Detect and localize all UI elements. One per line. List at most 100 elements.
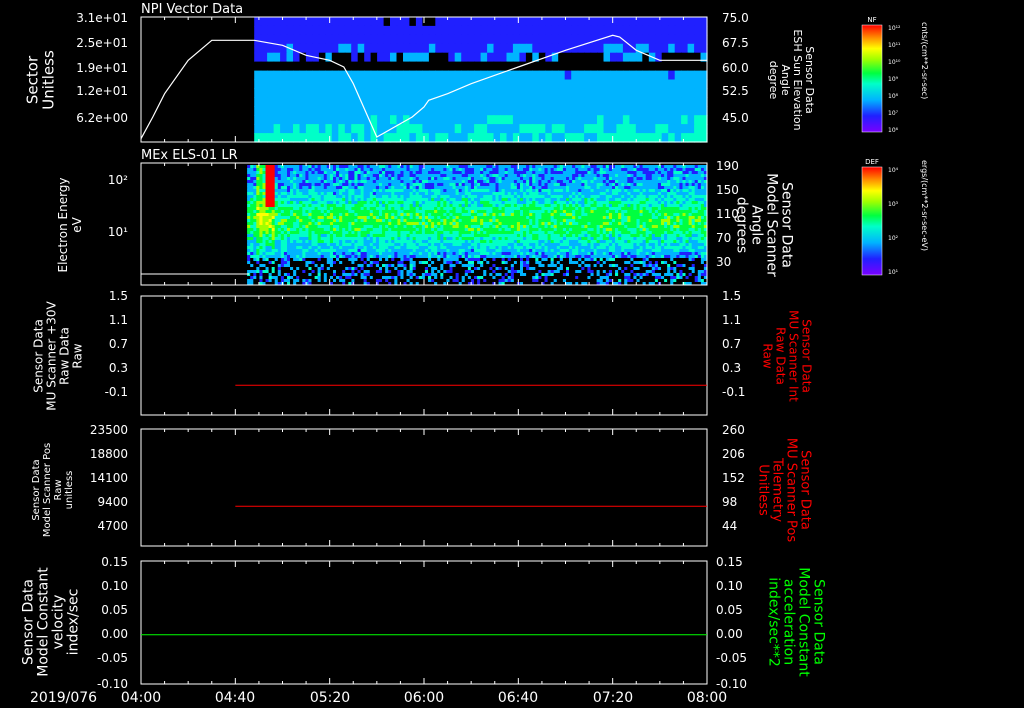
spectrogram-cell <box>559 189 564 193</box>
spectrogram-cell <box>608 168 613 172</box>
spectrogram-cell <box>569 231 573 235</box>
spectrogram-cell <box>293 70 301 81</box>
spectrogram-cell <box>541 231 545 235</box>
spectrogram-cell <box>636 195 641 199</box>
spectrogram-cell <box>596 237 601 241</box>
spectrogram-cell <box>694 124 702 134</box>
spectrogram-cell <box>679 186 683 190</box>
spectrogram-cell <box>541 198 545 202</box>
spectrogram-cell <box>455 231 460 235</box>
spectrogram-cell <box>500 52 508 63</box>
spectrogram-cell <box>448 79 456 89</box>
spectrogram-cell <box>616 43 624 54</box>
spectrogram-cell <box>501 240 506 244</box>
spectrogram-cell <box>394 234 398 238</box>
spectrogram-cell <box>372 177 377 181</box>
spectrogram-cell <box>480 195 484 199</box>
spectrogram-cell <box>551 70 559 81</box>
spectrogram-cell <box>424 192 429 196</box>
spectrogram-cell <box>354 171 358 175</box>
spectrogram-cell <box>569 192 573 196</box>
spectrogram-cell <box>553 189 558 193</box>
spectrogram-cell <box>370 43 378 54</box>
spectrogram-cell <box>461 210 466 214</box>
spectrogram-cell <box>535 228 539 232</box>
spectrogram-cell <box>299 243 303 247</box>
spectrogram-cell <box>338 17 346 27</box>
spectrogram-cell <box>569 213 573 217</box>
spectrogram-cell <box>480 183 484 187</box>
spectrogram-cell <box>474 204 478 208</box>
spectrogram-cell <box>569 216 573 220</box>
spectrogram-cell <box>390 43 398 54</box>
spectrogram-cell <box>293 177 297 181</box>
spectrogram-cell <box>535 204 539 208</box>
spectrogram-cell <box>260 106 268 116</box>
spectrogram-cell <box>648 115 656 125</box>
spectrogram-cell <box>357 165 362 169</box>
spectrogram-cell <box>610 25 618 36</box>
spectrogram-cell <box>624 231 628 235</box>
spectrogram-cell <box>661 174 665 178</box>
spectrogram-cell <box>320 165 325 169</box>
spectrogram-cell <box>422 34 430 45</box>
spectrogram-cell <box>325 61 333 72</box>
spectrogram-cell <box>562 180 567 184</box>
spectrogram-cell <box>256 204 260 208</box>
spectrogram-cell <box>562 225 567 229</box>
spectrogram-cell <box>394 189 398 193</box>
spectrogram-cell <box>382 216 386 220</box>
spectrogram-cell <box>551 79 559 89</box>
spectrogram-cell <box>377 25 385 36</box>
spectrogram-cell <box>526 234 530 238</box>
spectrogram-cell <box>290 216 294 220</box>
spectrogram-cell <box>564 106 572 116</box>
spectrogram-cell <box>498 174 503 178</box>
spectrogram-cell <box>247 192 251 196</box>
spectrogram-cell <box>578 174 582 178</box>
spectrogram-cell <box>418 213 423 217</box>
spectrogram-cell <box>428 183 432 187</box>
spectrogram-cell <box>564 25 572 36</box>
spectrogram-cell <box>424 174 429 178</box>
spectrogram-cell <box>435 52 443 63</box>
spectrogram-cell <box>320 183 325 187</box>
spectrogram-cell <box>587 177 591 181</box>
spectrogram-cell <box>667 192 671 196</box>
spectrogram-cell <box>317 231 322 235</box>
spectrogram-cell <box>446 204 450 208</box>
spectrogram-cell <box>339 228 343 232</box>
spectrogram-cell <box>608 171 613 175</box>
spectrogram-cell <box>452 216 457 220</box>
spectrogram-cell <box>274 219 279 223</box>
spectrogram-cell <box>409 70 417 81</box>
spectrogram-cell <box>590 213 595 217</box>
spectrogram-cell <box>326 174 331 178</box>
spectrogram-cell <box>618 222 622 226</box>
spectrogram-cell <box>507 198 512 202</box>
spectrogram-cell <box>657 198 662 202</box>
spectrogram-cell <box>250 180 254 184</box>
spectrogram-cell <box>651 207 656 211</box>
spectrogram-cell <box>318 88 326 98</box>
spectrogram-cell <box>391 186 395 190</box>
spectrogram-cell <box>320 216 325 220</box>
spectrogram-cell <box>308 243 312 247</box>
spectrogram-cell <box>616 124 624 134</box>
spectrogram-cell <box>618 237 622 241</box>
spectrogram-cell <box>633 225 637 229</box>
spectrogram-cell <box>363 192 368 196</box>
spectrogram-cell <box>467 52 475 63</box>
spectrogram-cell <box>657 228 662 232</box>
spectrogram-cell <box>325 17 333 27</box>
spectrogram-cell <box>627 189 631 193</box>
spectrogram-cell <box>375 243 380 247</box>
spectrogram-cell <box>299 106 307 116</box>
spectrogram-cell <box>400 192 404 196</box>
spectrogram-cell <box>280 171 285 175</box>
spectrogram-cell <box>596 165 601 169</box>
spectrogram-cell <box>541 174 545 178</box>
spectrogram-cell <box>312 17 320 27</box>
spectrogram-cell <box>578 228 582 232</box>
spectrogram-cell <box>597 115 605 125</box>
